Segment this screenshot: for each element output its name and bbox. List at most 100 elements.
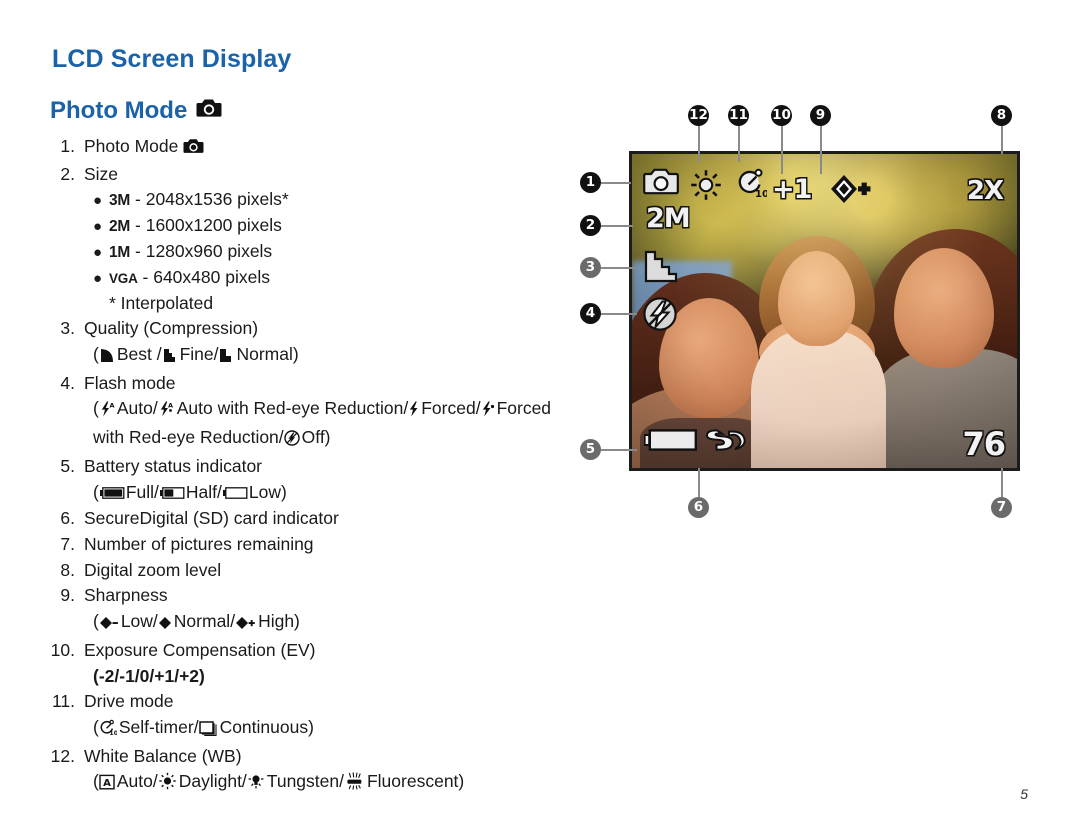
list-number: 12. [50,745,75,766]
list-label: Photo Mode [84,136,179,156]
list-number: 8. [60,559,75,580]
osd-wb-daylight-sun-icon [689,169,723,206]
flash-off-icon [283,428,300,454]
camera-icon [196,97,222,125]
svg-text:A: A [109,402,114,410]
callout-2: 2 [580,215,601,236]
page-title: LCD Screen Display [52,45,292,73]
leader-line-4 [601,313,637,315]
list-item: 10. Exposure Compensation (EV) [48,638,608,664]
size-text: - 2048x1536 pixels* [135,189,289,210]
wb-daylight-icon [158,772,177,798]
svg-text:A: A [168,402,173,410]
osd-battery-full-icon [643,429,698,456]
leader-line-12 [698,126,700,162]
list-item: 2. Size [48,162,608,188]
list-label: SecureDigital (SD) card indicator [84,508,339,529]
white-balance-detail: (A Auto/Daylight/Tungsten/Fluorescent) [48,769,608,798]
continuous-label: Continuous) [219,717,314,737]
size-bullet: ● 1M - 1280x960 pixels [48,239,608,265]
leader-line-11 [738,126,740,162]
leader-line-1 [601,182,631,184]
list-number: 6. [60,508,75,529]
list-label: Number of pictures remaining [84,533,314,554]
wb-auto-icon: A [99,772,115,798]
section-title: Photo Mode [50,97,222,125]
osd-image-size: 2M [646,203,691,234]
bullet-dot: ● [93,192,103,210]
quality-fine-icon [162,345,178,371]
leader-line-10 [781,126,783,174]
wb-tungsten-label: Tungsten/ [266,771,344,792]
osd-exposure-value: +1 [772,174,812,205]
callout-9: 9 [810,105,831,126]
sharpness-normal-icon [158,612,172,638]
camera-icon [183,136,204,162]
flash-forced-icon [408,399,419,425]
svg-text:A: A [103,779,111,790]
size-text: - 1280x960 pixels [135,241,273,261]
list-number: 10. [50,639,75,660]
battery-half-label: Half/ [185,481,222,502]
size-tag: 3M [109,192,131,210]
size-tag: 2M [109,218,131,236]
list-number: 2. [60,163,75,184]
size-text: - 640x480 pixels [142,266,270,287]
size-tag: VGA [109,270,138,286]
sharpness-detail: (Low/Normal/High) [48,609,608,638]
list-number: 4. [60,372,75,393]
list-number: 3. [60,318,75,339]
size-bullet: ● 2M - 1600x1200 pixels [48,213,608,239]
section-title-label: Photo Mode [50,97,188,124]
list-label: Quality (Compression) [84,318,259,339]
bullet-dot: ● [93,244,103,261]
list-number: 7. [60,533,75,554]
callout-6: 6 [688,497,709,518]
sharpness-high-icon [235,612,256,638]
wb-tungsten-icon [247,772,265,798]
lcd-screen-preview: 10 +1 2X 2M [629,151,1020,471]
battery-detail: (Full/Half/Low) [48,480,608,507]
list-number: 11. [51,691,75,712]
ev-values: (-2/-1/0/+1/+2) [93,665,205,686]
list-label: Digital zoom level [84,559,222,580]
specification-list: 1. Photo Mode 2. Size ● 3M - 2048x1536 p… [48,134,608,798]
quality-fine-label: Fine/ [179,343,219,364]
bullet-dot: ● [93,269,103,287]
size-bullet: ● VGA - 640x480 pixels [48,265,608,291]
size-footnote: * Interpolated [109,292,214,313]
quality-normal-icon [218,345,234,371]
size-bullet: ● 3M - 2048x1536 pixels* [48,187,608,213]
list-label: Drive mode [84,691,174,712]
flash-auto-label: Auto/ [116,398,158,419]
quality-best-label: Best / [116,343,162,364]
callout-1: 1 [580,172,601,193]
flash-auto-redeye-label: Auto with Red-eye Reduction/ [176,398,409,419]
list-item: 8. Digital zoom level [48,558,608,584]
osd-photo-mode-camera-icon [643,168,679,200]
leader-line-6 [698,468,700,499]
callout-8: 8 [991,105,1012,126]
list-label: Sharpness [84,585,168,606]
list-label: Flash mode [84,372,176,393]
osd-self-timer-10s-icon: 10 [735,167,769,204]
flash-auto-redeye-icon: A [158,399,175,425]
callout-4: 4 [580,303,601,324]
battery-low-icon [222,481,248,507]
size-text: - 1600x1200 pixels [135,215,282,236]
callout-10: 10 [771,105,792,126]
flash-detail-line2: with Red-eye Reduction/Off) [48,425,608,454]
wb-fluorescent-icon [344,772,365,798]
sharpness-normal-label: Normal/ [173,611,236,632]
osd-flash-off-icon [642,296,678,337]
list-number: 1. [60,136,75,156]
leader-line-5 [601,449,637,451]
leader-line-7 [1001,468,1003,499]
page-number: 5 [1020,786,1028,802]
flash-line2-text: with Red-eye Reduction/ [93,427,284,448]
flash-auto-icon: A [99,399,115,425]
list-label: Exposure Compensation (EV) [84,639,316,660]
leader-line-8 [1001,126,1003,154]
flash-off-label: Off) [301,427,331,448]
list-number: 5. [60,455,75,476]
